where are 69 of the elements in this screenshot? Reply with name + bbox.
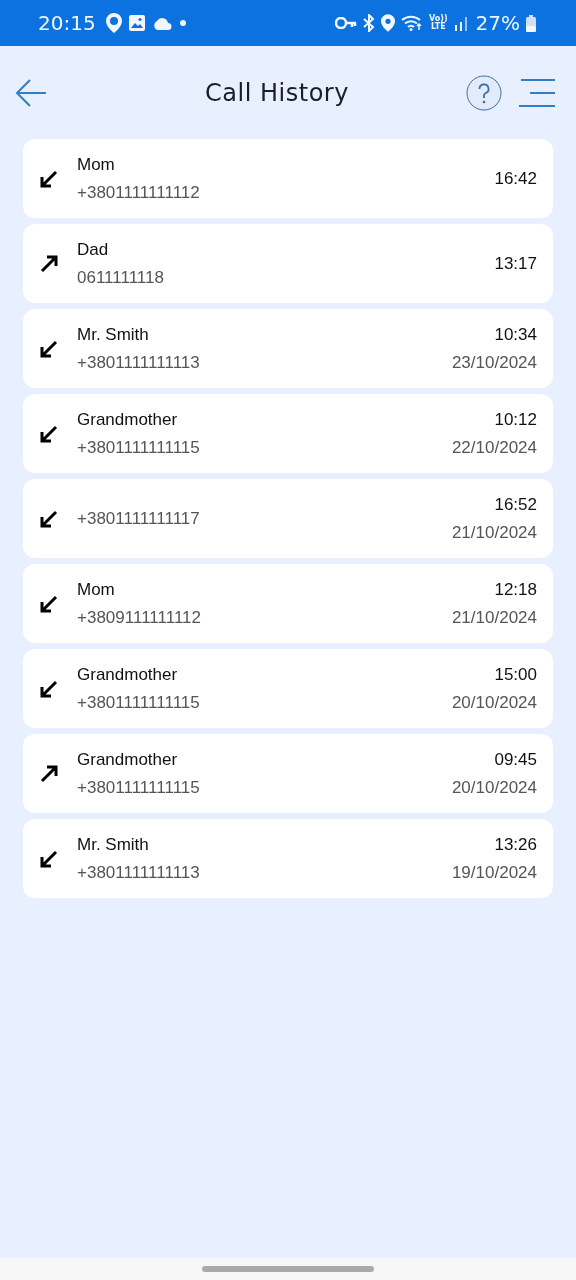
- call-card[interactable]: Mr. Smith +3801111111113 13:26 19/10/2024: [23, 819, 553, 898]
- phone-number: +3801111111117: [77, 508, 201, 529]
- battery-percent: 27%: [475, 11, 520, 35]
- contact-name: Grandmother: [77, 749, 179, 770]
- arrow-down-left-icon: [39, 423, 59, 444]
- contact-name: Grandmother: [77, 409, 179, 430]
- call-time: 15:00: [494, 664, 537, 685]
- phone-number: +3801111111115: [77, 692, 201, 713]
- call-date: 22/10/2024: [451, 437, 537, 458]
- call-card[interactable]: +3801111111117 16:52 21/10/2024: [23, 479, 553, 558]
- cloud-icon: [151, 16, 172, 30]
- status-time: 20:15: [38, 11, 96, 35]
- call-time: 10:12: [494, 409, 537, 430]
- location-pin-icon: [381, 14, 395, 32]
- call-card[interactable]: Grandmother +3801111111115 10:12 22/10/2024: [23, 394, 553, 473]
- phone-number: +3801111111112: [77, 182, 201, 203]
- call-date: 20/10/2024: [451, 692, 537, 713]
- call-time: 13:26: [494, 834, 537, 855]
- call-date: 21/10/2024: [451, 522, 537, 543]
- battery-icon: [526, 14, 536, 32]
- arrow-down-left-icon: [39, 678, 59, 699]
- volte-label: Vo)): [429, 15, 448, 23]
- image-icon: [127, 14, 146, 32]
- call-time: 10:34: [494, 324, 537, 345]
- arrow-down-left-icon: [39, 848, 59, 869]
- call-card[interactable]: Mom +3809111111112 12:18 21/10/2024: [23, 564, 553, 643]
- phone-number: +3801111111113: [77, 352, 201, 373]
- call-card[interactable]: Mr. Smith +3801111111113 10:34 23/10/2024: [23, 309, 553, 388]
- contact-name: Mom: [77, 579, 116, 600]
- call-card[interactable]: Grandmother +3801111111115 15:00 20/10/2024: [23, 649, 553, 728]
- call-time: 09:45: [494, 749, 537, 770]
- contact-name: Mr. Smith: [77, 834, 150, 855]
- contact-name: Grandmother: [77, 664, 179, 685]
- call-time: 16:52: [494, 494, 537, 515]
- help-button[interactable]: [466, 74, 502, 111]
- arrow-up-right-icon: [39, 253, 59, 274]
- arrow-up-right-icon: [39, 763, 59, 784]
- call-card[interactable]: Grandmother +3801111111115 09:45 20/10/2024: [23, 734, 553, 813]
- location-pin-icon: [105, 13, 122, 33]
- phone-number: +3801111111115: [77, 777, 201, 798]
- menu-button[interactable]: [518, 77, 556, 108]
- back-button[interactable]: [14, 76, 48, 109]
- call-time: 12:18: [494, 579, 537, 600]
- contact-name: Mr. Smith: [77, 324, 150, 345]
- phone-number: +3801111111113: [77, 862, 201, 883]
- phone-number: +3809111111112: [77, 607, 202, 628]
- bluetooth-icon: [363, 14, 375, 32]
- phone-number: +3801111111115: [77, 437, 201, 458]
- call-time: 13:17: [494, 253, 537, 274]
- arrow-down-left-icon: [39, 338, 59, 359]
- key-icon: [335, 17, 357, 29]
- dot-icon: [177, 20, 188, 26]
- call-date: 20/10/2024: [451, 777, 537, 798]
- phone-number: 0611111118: [77, 267, 165, 288]
- lte-label: LTE: [430, 23, 446, 31]
- call-date: 23/10/2024: [451, 352, 537, 373]
- call-card[interactable]: Mom +3801111111112 16:42: [23, 139, 553, 218]
- arrow-down-left-icon: [39, 168, 59, 189]
- wifi-icon: [401, 15, 423, 31]
- call-date: 21/10/2024: [451, 607, 537, 628]
- page-title: Call History: [204, 78, 350, 107]
- call-date: 19/10/2024: [451, 862, 537, 883]
- contact-name: Dad: [77, 239, 110, 260]
- signal-icon: [453, 15, 470, 31]
- contact-name: Mom: [77, 154, 116, 175]
- call-time: 16:42: [494, 168, 537, 189]
- call-card[interactable]: Dad 0611111118 13:17: [23, 224, 553, 303]
- arrow-down-left-icon: [39, 508, 59, 529]
- arrow-down-left-icon: [39, 593, 59, 614]
